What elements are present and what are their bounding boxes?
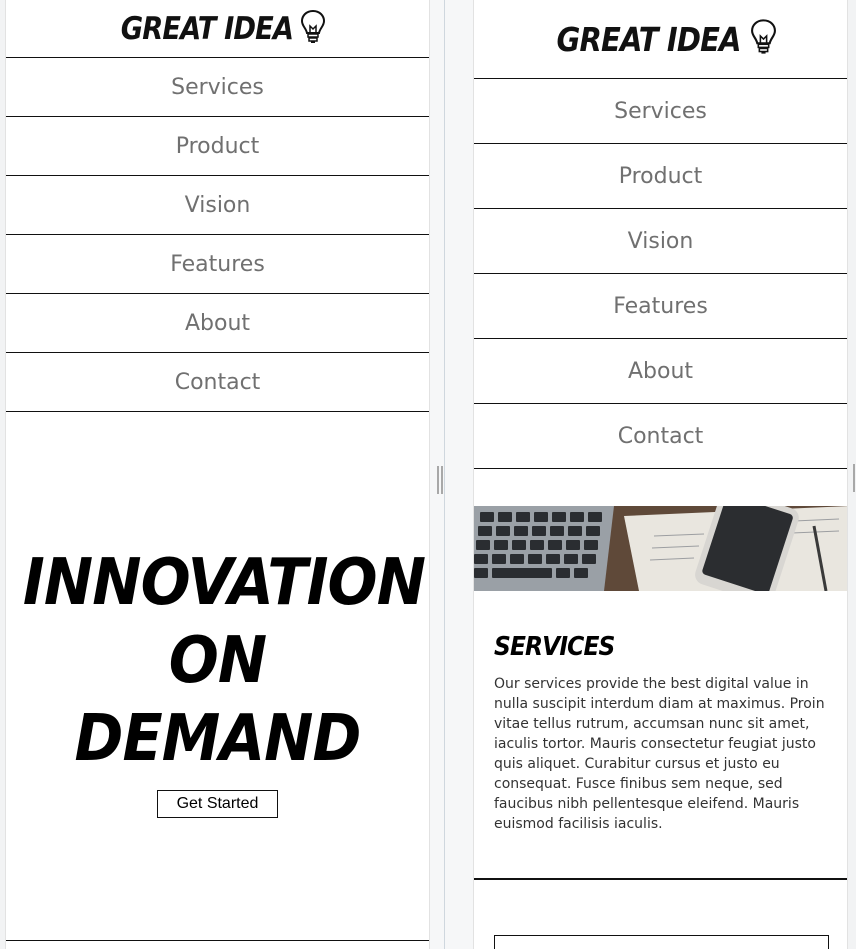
nav-item-product[interactable]: Product (6, 117, 429, 176)
left-preview-pane: GREAT IDEA Services Product Vision Featu… (5, 0, 430, 949)
services-description: Our services provide the best digital va… (494, 676, 825, 832)
brand-name: GREAT IDEA (556, 19, 742, 59)
section-divider (474, 878, 847, 880)
nav-item-vision[interactable]: Vision (474, 209, 847, 274)
lightbulb-icon (750, 18, 777, 60)
services-heading: SERVICES (494, 632, 615, 662)
main-nav: Services Product Vision Features About C… (6, 58, 429, 412)
get-started-button[interactable]: Get Started (157, 790, 278, 818)
nav-item-contact[interactable]: Contact (6, 353, 429, 412)
right-preview-pane: GREAT IDEA Services Product Vision Featu… (473, 0, 848, 949)
brand-logo[interactable]: GREAT IDEA (474, 0, 847, 79)
nav-item-about[interactable]: About (474, 339, 847, 404)
hero-heading-line1: INNOVATION (22, 546, 426, 620)
main-nav: Services Product Vision Features About C… (474, 79, 847, 469)
services-banner-image (474, 506, 847, 591)
splitter-track-right (445, 0, 473, 949)
hero-heading-line3: DEMAND (74, 702, 362, 776)
nav-item-features[interactable]: Features (474, 274, 847, 339)
hero-heading-line2: ON (168, 624, 267, 698)
resize-handle[interactable] (437, 466, 443, 494)
nav-item-about[interactable]: About (6, 294, 429, 353)
nav-item-product[interactable]: Product (474, 144, 847, 209)
nav-item-services[interactable]: Services (6, 58, 429, 117)
section-divider (6, 940, 429, 941)
nav-item-services[interactable]: Services (474, 79, 847, 144)
hero-section: INNOVATION ON DEMAND Get Started (6, 544, 429, 818)
lightbulb-icon (300, 9, 326, 49)
brand-logo[interactable]: GREAT IDEA (6, 0, 429, 58)
nav-item-contact[interactable]: Contact (474, 404, 847, 469)
nav-item-vision[interactable]: Vision (6, 176, 429, 235)
next-section-box (494, 935, 829, 949)
nav-item-features[interactable]: Features (6, 235, 429, 294)
brand-name: GREAT IDEA (120, 10, 293, 47)
